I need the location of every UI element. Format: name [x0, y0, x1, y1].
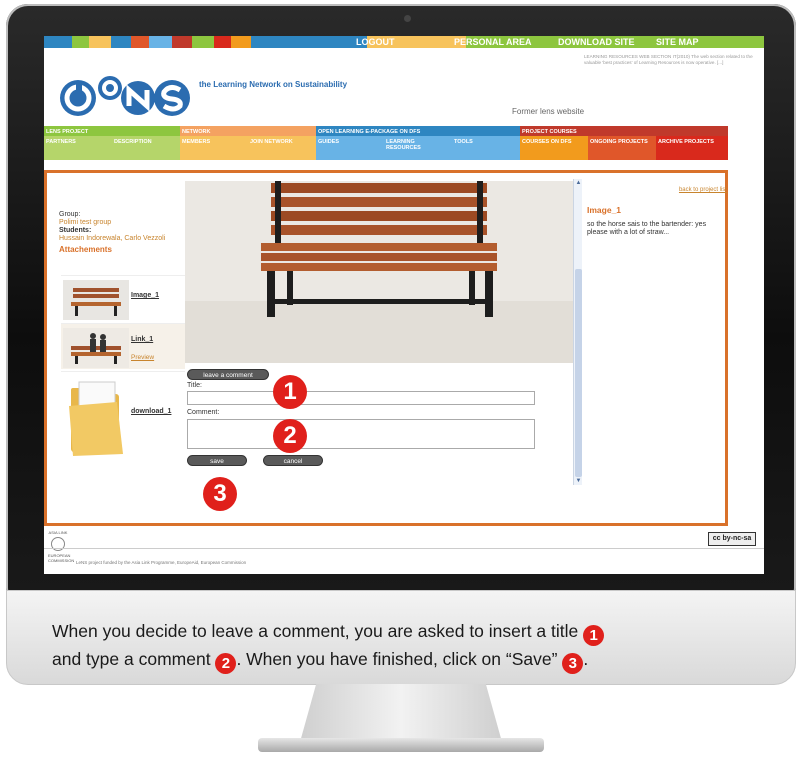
- cancel-button[interactable]: cancel: [263, 455, 323, 466]
- folder-icon[interactable]: [67, 376, 125, 458]
- comment-textarea[interactable]: [187, 419, 535, 449]
- attachment-item: download_1: [61, 371, 185, 463]
- attachments-title: Attachements: [59, 245, 112, 254]
- menu-item-guides[interactable]: GUIDES: [316, 136, 384, 160]
- footer-divider: [44, 548, 764, 549]
- content-frame: Group: Polimi test group Students: Hussa…: [44, 170, 728, 526]
- attachment-preview-link[interactable]: Preview: [131, 354, 154, 361]
- menu-item-tools[interactable]: TOOLS: [452, 136, 520, 160]
- monitor-stand-neck: [300, 684, 502, 742]
- menu-item-partners[interactable]: PARTNERS: [44, 136, 112, 160]
- menu-item-members[interactable]: MEMBERS: [180, 136, 248, 160]
- bench-photo: [185, 181, 573, 363]
- leave-comment-button[interactable]: leave a comment: [187, 369, 269, 380]
- menu-item-description[interactable]: DESCRIPTION: [112, 136, 180, 160]
- image-title: Image_1: [587, 205, 622, 215]
- attachment-link-download[interactable]: download_1: [131, 408, 171, 415]
- main-menu: LENS PROJECT NETWORK OPEN LEARNING E-PAC…: [44, 126, 764, 164]
- image-details: back to project list Image_1 so the hors…: [587, 179, 727, 237]
- step-one-badge: 1: [273, 375, 307, 409]
- step-two-badge: 2: [273, 419, 307, 453]
- attachment-link-image[interactable]: Image_1: [131, 292, 159, 299]
- scroll-thumb[interactable]: [575, 269, 582, 477]
- attachment-link-link[interactable]: Link_1: [131, 336, 153, 343]
- site-tagline: the Learning Network on Sustainability: [199, 80, 348, 89]
- bench-thumbnail-icon[interactable]: [63, 280, 129, 320]
- menu-item-ongoing-projects[interactable]: ONGOING PROJECTS: [588, 136, 656, 160]
- title-label: Title:: [187, 382, 202, 389]
- menu-group-project-courses[interactable]: PROJECT COURSES: [520, 126, 728, 136]
- caption-part-4: .: [583, 649, 589, 669]
- group-label: Group:: [59, 211, 81, 218]
- site-map-link[interactable]: SITE MAP: [656, 36, 699, 48]
- caption-part-3: . When you have finished, click on “Save…: [236, 649, 558, 669]
- menu-item-courses-on-dfs[interactable]: COURSES ON DfS: [520, 136, 588, 160]
- monitor-stand-foot: [258, 738, 544, 752]
- image-caption: so the horse sais to the bartender: yes …: [587, 221, 707, 236]
- eu-label: EUROPEAN COMMISSION: [48, 553, 75, 563]
- funding-text: LeNS project funded by the Asia Link Pro…: [76, 560, 247, 565]
- step-three-badge: 3: [203, 477, 237, 511]
- personal-area-link[interactable]: PERSONAL AREA: [454, 36, 532, 48]
- download-site-link[interactable]: DOWNLOAD SITE: [558, 36, 635, 48]
- lens-logo[interactable]: [58, 74, 198, 118]
- bench-people-thumbnail-icon[interactable]: [63, 328, 129, 368]
- project-info: Group: Polimi test group Students: Hussa…: [59, 211, 185, 254]
- camera-dot: [404, 15, 411, 22]
- content-scrollbar[interactable]: ▲ ▼: [573, 179, 582, 485]
- browser-screen: LOGOUT PERSONAL AREA DOWNLOAD SITE SITE …: [44, 36, 764, 574]
- scroll-down-icon[interactable]: ▼: [574, 477, 583, 485]
- asia-link-label: ASIA LINK: [48, 530, 68, 535]
- group-value: Polimi test group: [59, 219, 112, 226]
- menu-item-join-network[interactable]: JOIN NETWORK: [248, 136, 316, 160]
- scroll-up-icon[interactable]: ▲: [574, 179, 583, 187]
- menu-group-open-learning[interactable]: OPEN LEARNING E-PACKAGE ON DfS: [316, 126, 520, 136]
- caption-part-1: When you decide to leave a comment, you …: [52, 621, 579, 641]
- menu-group-network[interactable]: NETWORK: [180, 126, 316, 136]
- menu-group-lens-project[interactable]: LENS PROJECT: [44, 126, 180, 136]
- logout-link[interactable]: LOGOUT: [356, 36, 395, 48]
- students-value: Hussain Indorewala, Carlo Vezzoli: [59, 235, 166, 242]
- students-label: Students:: [59, 227, 92, 234]
- attachment-item: Image_1: [61, 275, 185, 323]
- caption-badge-two: 2: [215, 653, 237, 674]
- title-input[interactable]: [187, 391, 535, 405]
- caption-badge-three: 3: [562, 653, 584, 674]
- former-website-link[interactable]: Former lens website: [512, 107, 584, 116]
- caption-part-2: and type a comment: [52, 649, 211, 669]
- instruction-caption: When you decide to leave a comment, you …: [52, 618, 772, 674]
- menu-item-archive-projects[interactable]: ARCHIVE PROJECTS: [656, 136, 728, 160]
- news-note: LEARNING RESOURCES WEB SECTION IT(2010) …: [584, 54, 753, 65]
- creative-commons-badge[interactable]: cc by-nc-sa: [708, 532, 756, 546]
- caption-badge-one: 1: [583, 625, 605, 646]
- menu-item-learning-resources[interactable]: LEARNING RESOURCES: [384, 136, 452, 160]
- back-to-project-list-link[interactable]: back to project list: [587, 187, 727, 193]
- save-button[interactable]: save: [187, 455, 247, 466]
- attachment-item: Link_1 Preview: [61, 323, 185, 369]
- comment-label: Comment:: [187, 409, 220, 416]
